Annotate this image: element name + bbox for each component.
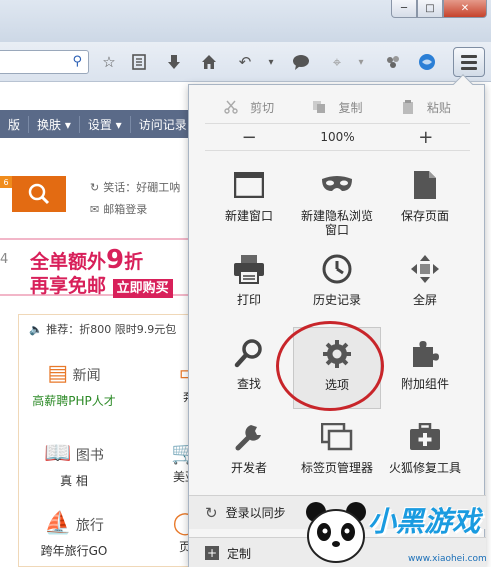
- open-menu-button[interactable]: [453, 47, 485, 77]
- plus-icon: +: [205, 546, 219, 560]
- page-icon: [407, 167, 443, 203]
- category-panel: 🔈 推荐：折800 限时9.9元包 ▤ 新闻 高薪聘PHP人才 📖 图书 真 相…: [18, 314, 200, 567]
- magnifier-icon: [231, 335, 267, 371]
- chat-icon[interactable]: [290, 52, 312, 72]
- promo-banner[interactable]: 4 全单额外9折 再享免邮 立即购买: [0, 238, 200, 298]
- printer-icon: [231, 251, 267, 287]
- sync-icon: ↻: [205, 503, 218, 522]
- category-travel[interactable]: ⛵ 旅行 跨年旅行GO: [19, 511, 129, 559]
- close-button[interactable]: ✕: [443, 0, 487, 18]
- reset-button[interactable]: 火狐修复工具: [381, 411, 469, 493]
- url-bar[interactable]: ⚲: [0, 50, 89, 74]
- search-icon[interactable]: ⚲: [72, 54, 82, 69]
- book-icon: 📖: [44, 441, 72, 466]
- copy-icon: [313, 101, 326, 113]
- new-window-button[interactable]: 新建窗口: [205, 159, 293, 241]
- bookmark-item[interactable]: 版: [0, 115, 30, 133]
- watermark: 小黑游戏 www.xiaohei.com: [298, 496, 491, 567]
- undo-icon[interactable]: ↶: [234, 52, 256, 72]
- tab-groups-icon: [319, 419, 355, 455]
- page-search: 6: [0, 176, 66, 212]
- zoom-in-button[interactable]: +: [382, 124, 470, 150]
- edit-controls: 剪切 复制 粘贴: [205, 93, 470, 121]
- banner-number: 4: [0, 252, 9, 267]
- sailboat-icon: ⛵: [44, 511, 72, 536]
- zoom-reset-button[interactable]: 100%: [293, 124, 381, 150]
- mask-icon: [319, 167, 355, 203]
- login-area: ↻ 笑话：好硼工呐 ✉ 邮箱登录: [90, 176, 180, 220]
- history-menu[interactable]: 访问记录: [131, 115, 196, 133]
- maximize-button[interactable]: □: [417, 0, 443, 18]
- watermark-url: www.xiaohei.com: [408, 554, 487, 564]
- paste-button[interactable]: 粘贴: [382, 93, 470, 121]
- copy-button[interactable]: 复制: [293, 93, 381, 121]
- category-news[interactable]: ▤ 新闻 高薪聘PHP人才: [19, 361, 129, 409]
- mail-icon: ✉: [90, 202, 100, 216]
- save-page-button[interactable]: 保存页面: [381, 159, 469, 241]
- addons-button[interactable]: 附加组件: [381, 327, 469, 409]
- refresh-icon: ↻: [90, 180, 100, 194]
- private-window-button[interactable]: 新建隐私浏览 窗口: [293, 159, 381, 241]
- zoom-controls: − 100% +: [205, 123, 470, 151]
- speaker-icon: 🔈: [29, 323, 43, 336]
- joke-link[interactable]: ↻ 笑话：好硼工呐: [90, 176, 180, 198]
- zoom-out-button[interactable]: −: [205, 124, 293, 150]
- watermark-text: 小黑游戏: [368, 505, 481, 538]
- title-bar: ─ □ ✕: [0, 0, 491, 42]
- dropdown-icon[interactable]: ▾: [350, 52, 372, 72]
- cut-button[interactable]: 剪切: [205, 93, 293, 121]
- history-button[interactable]: 历史记录: [293, 243, 381, 325]
- clipboard-icon: [402, 100, 413, 114]
- clock-icon: [319, 251, 355, 287]
- wrench-icon: [231, 419, 267, 455]
- globe-icon[interactable]: [416, 52, 438, 72]
- web-page: 6 ↻ 笑话：好硼工呐 ✉ 邮箱登录 4 全单额外9折 再享免邮 立即购买 🔈 推荐…: [0, 138, 200, 567]
- category-books[interactable]: 📖 图书 真 相: [19, 441, 129, 489]
- bookmark-bar: 版 换肤 ▾ 设置 ▾ 访问记录: [0, 110, 200, 138]
- announcement[interactable]: 🔈 推荐：折800 限时9.9元包: [29, 321, 176, 337]
- banner-line-2: 再享免邮 立即购买: [30, 271, 173, 298]
- bookmark-star-icon[interactable]: ☆: [98, 52, 120, 72]
- crop-icon[interactable]: ⌖: [326, 52, 348, 72]
- highlight-ellipse: [276, 321, 384, 411]
- settings-menu[interactable]: 设置 ▾: [80, 115, 131, 133]
- puzzle-icon: [407, 335, 443, 371]
- window-icon: [231, 167, 267, 203]
- news-icon: ▤: [47, 361, 69, 386]
- fullscreen-arrows-icon: [407, 251, 443, 287]
- reading-list-icon[interactable]: [128, 52, 150, 72]
- fullscreen-button[interactable]: 全屏: [381, 243, 469, 325]
- print-button[interactable]: 打印: [205, 243, 293, 325]
- download-icon[interactable]: [163, 52, 185, 72]
- home-icon[interactable]: [198, 52, 220, 72]
- panda-logo: [306, 502, 366, 563]
- firstaid-kit-icon: [407, 419, 443, 455]
- window-controls: ─ □ ✕: [391, 0, 487, 18]
- page-search-button[interactable]: [12, 176, 66, 212]
- developer-button[interactable]: 开发者: [205, 411, 293, 493]
- scissors-icon: [224, 100, 238, 114]
- skin-menu[interactable]: 换肤 ▾: [29, 115, 80, 133]
- minimize-button[interactable]: ─: [391, 0, 417, 18]
- extension-icon[interactable]: [382, 52, 404, 72]
- navigation-toolbar: ⚲ ☆ ↶ ▾ ⌖ ▾: [0, 42, 491, 82]
- email-login-link[interactable]: ✉ 邮箱登录: [90, 198, 180, 220]
- tab-groups-button[interactable]: 标签页管理器: [293, 411, 381, 493]
- buy-now-button[interactable]: 立即购买: [112, 279, 173, 298]
- dropdown-icon[interactable]: ▾: [260, 52, 282, 72]
- search-tag: 6: [0, 176, 12, 188]
